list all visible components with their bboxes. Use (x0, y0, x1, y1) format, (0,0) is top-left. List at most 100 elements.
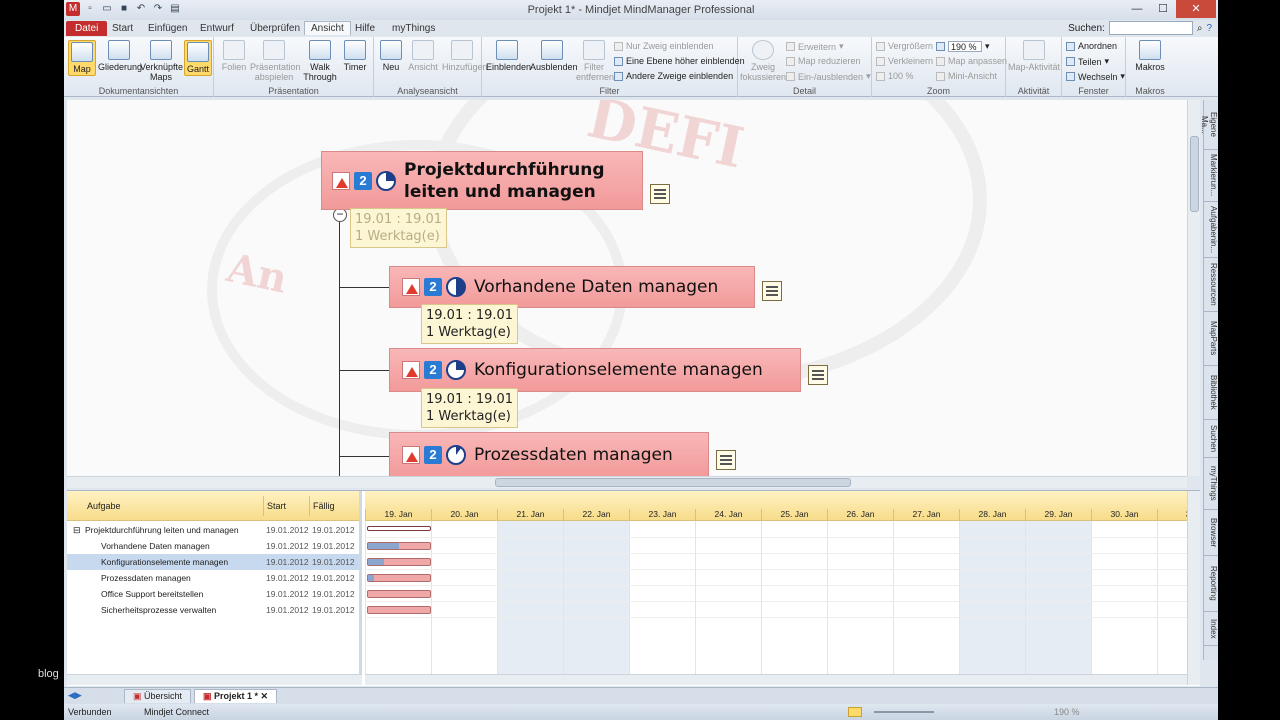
tab-einfuegen[interactable]: Einfügen (142, 22, 193, 35)
table-row[interactable]: Prozessdaten managen 19.01.2012 19.01.2012 (67, 570, 359, 586)
play-presentation-button[interactable]: Präsentation abspielen (250, 40, 301, 82)
task-bar[interactable] (367, 574, 431, 582)
split-button[interactable]: Teilen ▾ (1066, 56, 1109, 67)
switch-window-button[interactable]: Wechseln ▾ (1066, 71, 1125, 82)
mindjet-connect[interactable]: Mindjet Connect (144, 707, 209, 717)
tab-hilfe[interactable]: Hilfe (349, 22, 381, 35)
show-filter-button[interactable]: Einblenden (486, 40, 531, 72)
search-input[interactable] (1108, 21, 1193, 35)
collapse-toggle[interactable]: − (333, 208, 347, 222)
slides-button[interactable]: Folien (218, 40, 250, 72)
task-bar[interactable] (367, 542, 431, 550)
doc-tab-overview[interactable]: ▣ Übersicht (124, 689, 192, 703)
task-table-scrollbar[interactable] (67, 674, 362, 685)
note-icon[interactable] (762, 281, 782, 301)
subtopic[interactable]: 2 Konfigurationselemente managen (389, 348, 801, 392)
table-row[interactable]: Office Support bereitstellen 19.01.2012 19… (67, 586, 359, 602)
task-bar[interactable] (367, 590, 431, 598)
pane-tab-task-info[interactable]: Aufgabenin... (1204, 202, 1218, 258)
connection-status[interactable]: Verbunden (68, 707, 112, 717)
table-row[interactable]: Vorhandene Daten managen 19.01.2012 19.01.… (67, 538, 359, 554)
add-analysis-button[interactable]: Hinzufügen (442, 40, 488, 72)
collapse-icon[interactable]: ⊟ (73, 525, 81, 536)
map-vertical-scrollbar[interactable] (1187, 100, 1200, 476)
minimize-button[interactable]: — (1124, 0, 1150, 18)
fit-map-button[interactable]: Map anpassen (936, 56, 1007, 66)
tab-entwurf[interactable]: Entwurf (194, 22, 240, 35)
zoom-out-button[interactable]: Verkleinern (876, 56, 933, 66)
tab-ansicht[interactable]: Ansicht (304, 21, 351, 35)
maximize-button[interactable]: ☐ (1150, 0, 1176, 18)
scroll-thumb[interactable] (1190, 136, 1199, 212)
table-row[interactable]: Konfigurationselemente managen 19.01.2012… (67, 554, 359, 570)
macros-button[interactable]: Makros (1130, 40, 1170, 72)
gantt-vertical-scrollbar[interactable] (1187, 491, 1200, 685)
gantt-view-button[interactable]: Gantt (184, 40, 212, 76)
tab-start[interactable]: Start (106, 22, 139, 35)
timeline-scrollbar[interactable] (365, 674, 1187, 685)
linked-maps-button[interactable]: Verknüpfte Maps (140, 40, 183, 82)
arrange-button[interactable]: Anordnen (1066, 41, 1117, 51)
doc-tab-projekt[interactable]: ▣ Projekt 1 * ✕ (194, 689, 278, 703)
status-zoom-level[interactable]: 190 % (1054, 707, 1080, 717)
new-analysis-button[interactable]: Neu (378, 40, 404, 72)
one-level-up-button[interactable]: Eine Ebene höher einblenden (614, 56, 745, 66)
reduce-map-button[interactable]: Map reduzieren (786, 56, 861, 66)
remove-filter-button[interactable]: Filter entfernen (576, 40, 614, 82)
note-icon[interactable] (808, 365, 828, 385)
tab-ueberpruefen[interactable]: Überprüfen (244, 22, 306, 35)
pane-tab-markers[interactable]: Markierun... (1204, 150, 1218, 202)
close-button[interactable]: ✕ (1176, 0, 1216, 18)
column-header-start[interactable]: Start (263, 496, 286, 516)
walk-through-button[interactable]: Walk Through (302, 40, 338, 82)
pane-tab-index[interactable]: Index (1204, 612, 1218, 646)
map-view-button[interactable]: Map (68, 40, 96, 76)
note-icon[interactable] (716, 450, 736, 470)
zoom-select[interactable]: 190 % ▾ (936, 41, 990, 52)
column-header-due[interactable]: Fällig (309, 496, 335, 516)
table-row[interactable]: ⊟ Projektdurchführung leiten und managen 1… (67, 522, 359, 538)
summary-bar[interactable] (367, 526, 431, 531)
pane-tab-library[interactable]: Bibliothek (1204, 366, 1218, 420)
pane-tab-browser[interactable]: Browser (1204, 510, 1218, 556)
scroll-thumb[interactable] (495, 478, 851, 487)
tab-datei[interactable]: Datei (66, 21, 108, 36)
pane-tab-mythings[interactable]: myThings (1204, 458, 1218, 510)
expand-button[interactable]: Erweitern ▾ (786, 41, 844, 52)
pane-tab-mapparts[interactable]: MapParts (1204, 312, 1218, 366)
subtopic[interactable]: 2 Prozessdaten managen (389, 432, 709, 476)
only-branch-button[interactable]: Nur Zweig einblenden (614, 41, 714, 51)
map-activity-button[interactable]: Map-Aktivität (1008, 40, 1060, 72)
subtopic[interactable]: 2 Vorhandene Daten managen (389, 266, 755, 308)
zoom-100-button[interactable]: 100 % (876, 71, 914, 81)
gantt-toggle-icon[interactable] (848, 707, 862, 717)
hide-filter-button[interactable]: Ausblenden (530, 40, 578, 72)
other-branches-button[interactable]: Andere Zweige einblenden (614, 71, 733, 81)
task-bar[interactable] (367, 558, 431, 566)
table-row[interactable]: Sicherheitsprozesse verwalten 19.01.2012 1… (67, 602, 359, 618)
analysis-view-button[interactable]: Ansicht (406, 40, 440, 72)
pane-tab-resources[interactable]: Ressourcen (1204, 258, 1218, 312)
column-header-task[interactable]: Aufgabe (87, 501, 121, 511)
mini-view-button[interactable]: Mini-Ansicht (936, 71, 997, 81)
help-icon[interactable]: ? (1206, 23, 1212, 34)
gantt-timeline[interactable]: 19. Jan 20. Jan 21. Jan 22. Jan 23. Jan 24. J… (365, 491, 1187, 674)
map-canvas[interactable]: DEFI An − 2 Projektdurchführung leiten u… (67, 100, 1187, 476)
task-bar[interactable] (367, 606, 431, 614)
note-icon[interactable] (650, 184, 670, 204)
outline-view-button[interactable]: Gliederung (98, 40, 142, 72)
timer-button[interactable]: Timer (340, 40, 370, 72)
pane-tab-reporting[interactable]: Reporting (1204, 556, 1218, 612)
zoom-in-button[interactable]: Vergrößern (876, 41, 933, 51)
tab-mythings[interactable]: myThings (386, 22, 441, 35)
map-horizontal-scrollbar[interactable] (67, 476, 1187, 488)
show-hide-button[interactable]: Ein-/ausblenden ▾ (786, 71, 871, 82)
central-topic[interactable]: 2 Projektdurchführung leiten und managen (321, 151, 643, 210)
pane-tab-my-maps[interactable]: Eigene Ma... (1200, 100, 1218, 150)
search-icon[interactable]: ⌕ (1197, 23, 1203, 34)
zoom-slider[interactable] (874, 711, 934, 713)
close-tab-icon[interactable]: ✕ (258, 691, 269, 701)
pane-tab-search[interactable]: Suchen (1204, 420, 1218, 458)
nav-back-icon[interactable]: ◀▶ (68, 690, 82, 701)
focus-branch-button[interactable]: Zweig fokussieren (740, 40, 786, 82)
